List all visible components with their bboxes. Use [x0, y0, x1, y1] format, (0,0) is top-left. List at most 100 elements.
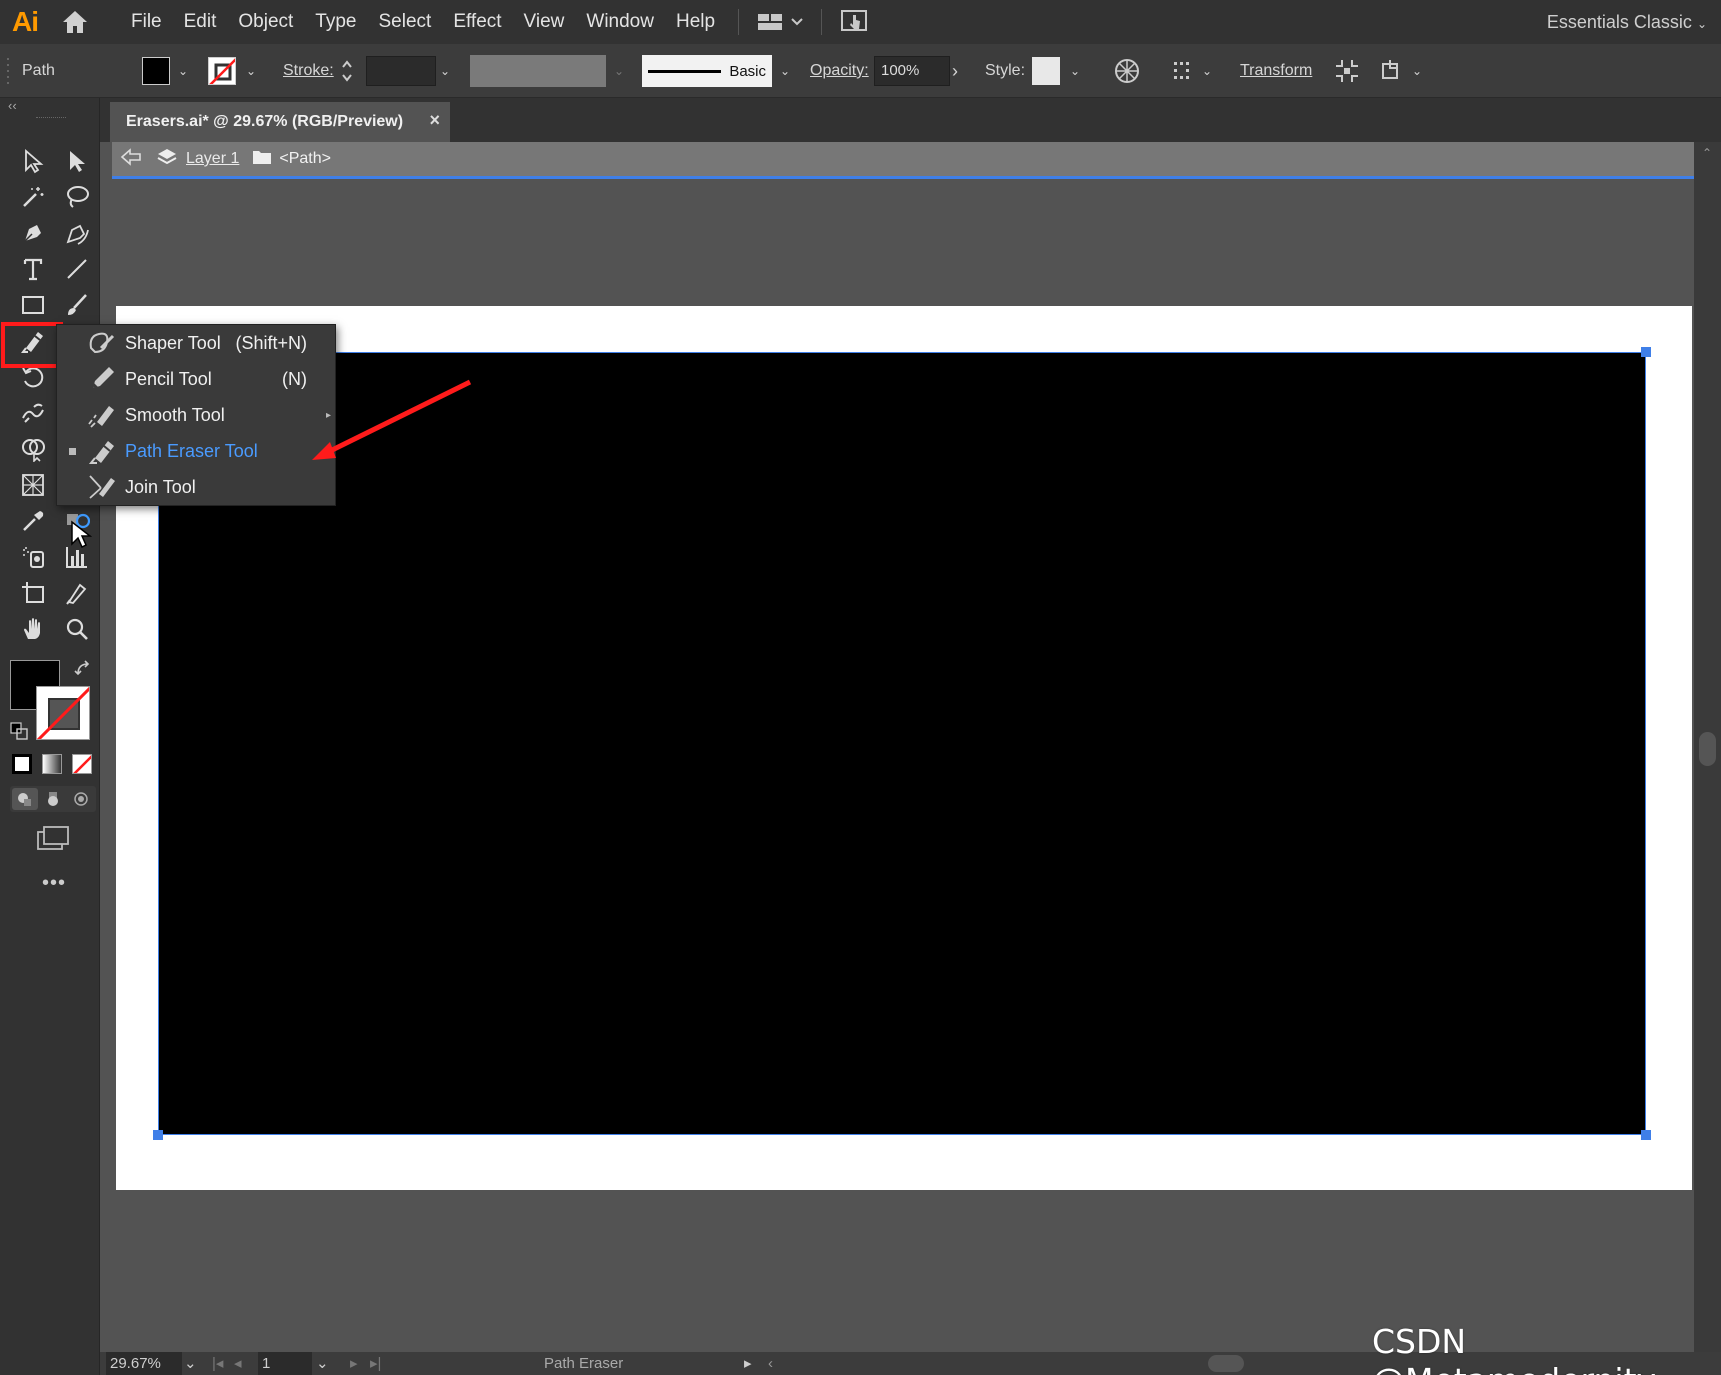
menu-help[interactable]: Help — [665, 0, 726, 44]
touch-workspace-icon[interactable] — [834, 7, 874, 38]
back-arrow-icon[interactable] — [120, 147, 142, 172]
selection-tool[interactable] — [12, 144, 54, 178]
flyout-shaper-tool[interactable]: Shaper Tool (Shift+N) — [57, 325, 337, 361]
type-tool[interactable] — [12, 252, 54, 286]
stroke-weight-input[interactable] — [366, 44, 436, 98]
stroke-color-swatch[interactable] — [36, 686, 90, 740]
artboard-dropdown[interactable]: ⌄ — [316, 1352, 329, 1375]
hand-tool[interactable] — [12, 612, 54, 646]
scroll-up-arrow-icon[interactable]: ⌃ — [1702, 146, 1712, 160]
screen-mode-icon[interactable] — [36, 824, 70, 857]
last-artboard-icon[interactable]: ▸| — [370, 1352, 381, 1375]
style-label: Style: — [985, 62, 1026, 79]
vertical-scroll-thumb[interactable] — [1699, 732, 1716, 766]
paintbrush-tool[interactable] — [56, 288, 98, 322]
line-segment-tool[interactable] — [56, 252, 98, 286]
variable-width-profile[interactable] — [470, 44, 606, 98]
lasso-tool[interactable] — [56, 180, 98, 214]
stroke-weight-stepper[interactable] — [340, 44, 354, 98]
toolbar-grip[interactable] — [36, 117, 66, 120]
style-dropdown[interactable]: ⌄ — [1066, 44, 1084, 98]
fill-swatch[interactable] — [142, 44, 170, 98]
flyout-item-label: Shaper Tool — [125, 332, 221, 353]
status-menu-arrow-icon[interactable]: ▸ — [744, 1352, 752, 1375]
warp-tool[interactable] — [12, 396, 54, 430]
previous-artboard-icon[interactable]: ◂ — [234, 1352, 242, 1375]
collapse-panel-icon[interactable]: ‹‹ — [8, 98, 17, 113]
next-artboard-icon[interactable]: ▸ — [350, 1352, 358, 1375]
align-icon[interactable]: ⌄ — [1172, 44, 1216, 98]
color-mode-icon[interactable] — [12, 754, 32, 774]
isolate-selected-icon[interactable] — [1334, 44, 1360, 98]
slice-tool[interactable] — [56, 576, 98, 610]
zoom-field[interactable]: 29.67% — [106, 1352, 182, 1375]
menu-object[interactable]: Object — [227, 0, 304, 44]
swap-fill-stroke-icon[interactable] — [74, 660, 92, 683]
stroke-swatch[interactable] — [208, 44, 236, 98]
flyout-join-tool[interactable]: Join Tool — [57, 469, 337, 505]
draw-inside-icon[interactable] — [68, 788, 94, 810]
stroke-weight-dropdown[interactable]: ⌄ — [436, 44, 454, 98]
selection-handle-top-right[interactable] — [1641, 347, 1651, 357]
home-icon[interactable] — [50, 0, 100, 44]
flyout-path-eraser-tool[interactable]: Path Eraser Tool — [57, 433, 337, 469]
slice-knife-icon — [66, 583, 87, 605]
menu-window[interactable]: Window — [575, 0, 665, 44]
chevron-down-icon: ⌄ — [316, 1355, 329, 1372]
transform-link[interactable]: Transform — [1240, 44, 1312, 98]
none-mode-icon[interactable] — [72, 754, 92, 774]
menu-effect[interactable]: Effect — [442, 0, 512, 44]
opacity-value[interactable]: 100% — [874, 56, 950, 86]
first-artboard-icon[interactable]: |◂ — [212, 1352, 223, 1375]
curvature-tool[interactable] — [56, 216, 98, 250]
horizontal-scroll-thumb[interactable] — [1208, 1355, 1244, 1372]
brush-definition[interactable]: Basic — [642, 44, 772, 98]
stroke-label[interactable]: Stroke: — [283, 44, 334, 98]
arrange-documents-icon[interactable] — [751, 12, 809, 32]
close-icon[interactable]: × — [429, 110, 440, 131]
default-fill-stroke-icon[interactable] — [10, 722, 28, 745]
gradient-mode-icon[interactable] — [42, 754, 62, 774]
vertical-scrollbar[interactable]: ⌃ — [1694, 142, 1721, 1352]
menu-edit[interactable]: Edit — [173, 0, 228, 44]
brush-dropdown[interactable]: ⌄ — [776, 44, 794, 98]
magic-wand-tool[interactable] — [12, 180, 54, 214]
breadcrumb-layer[interactable]: Layer 1 — [186, 150, 239, 168]
menu-file[interactable]: File — [120, 0, 173, 44]
line-segment-icon — [67, 259, 87, 279]
zoom-tool[interactable] — [56, 612, 98, 646]
selection-handle-bottom-right[interactable] — [1641, 1130, 1651, 1140]
symbol-sprayer-tool[interactable] — [12, 540, 54, 574]
pen-tool[interactable] — [12, 216, 54, 250]
menu-view[interactable]: View — [513, 0, 576, 44]
variable-width-dropdown[interactable]: ⌄ — [610, 44, 628, 98]
edit-toolbar-icon[interactable]: ••• — [42, 872, 66, 895]
draw-normal-icon[interactable] — [12, 788, 38, 810]
opacity-expand-button[interactable]: › — [952, 44, 958, 98]
artboard-tool[interactable] — [12, 576, 54, 610]
shape-builder-tool-2[interactable] — [12, 432, 54, 466]
direct-selection-tool[interactable] — [56, 144, 98, 178]
zoom-dropdown[interactable]: ⌄ — [184, 1352, 197, 1375]
eyedropper-tool[interactable] — [12, 504, 54, 538]
perspective-grid-tool[interactable] — [12, 468, 54, 502]
select-similar-icon[interactable]: ⌄ — [1380, 44, 1426, 98]
horizontal-scroll-left-icon[interactable]: ‹ — [768, 1352, 773, 1375]
artboard-number-field[interactable]: 1 — [258, 1352, 312, 1375]
opacity-label[interactable]: Opacity: — [810, 44, 869, 98]
graphic-style-swatch[interactable] — [1032, 44, 1060, 98]
draw-behind-icon[interactable] — [40, 788, 66, 810]
flyout-pencil-tool[interactable]: Pencil Tool (N) — [57, 361, 337, 397]
recolor-artwork-icon[interactable] — [1114, 44, 1140, 98]
document-tab[interactable]: Erasers.ai* @ 29.67% (RGB/Preview) × — [110, 102, 450, 142]
grip-handle[interactable] — [6, 44, 12, 98]
selection-handle-bottom-left[interactable] — [153, 1130, 163, 1140]
workspace-switcher[interactable]: Essentials Classic ⌄ — [1547, 0, 1707, 44]
stroke-dropdown[interactable]: ⌄ — [242, 44, 260, 98]
opacity-input[interactable]: 100% — [874, 44, 950, 98]
flyout-smooth-tool[interactable]: Smooth Tool ▸ — [57, 397, 337, 433]
menu-type[interactable]: Type — [304, 0, 367, 44]
menu-select[interactable]: Select — [368, 0, 443, 44]
fill-dropdown[interactable]: ⌄ — [174, 44, 192, 98]
rectangle-tool[interactable] — [12, 288, 54, 322]
